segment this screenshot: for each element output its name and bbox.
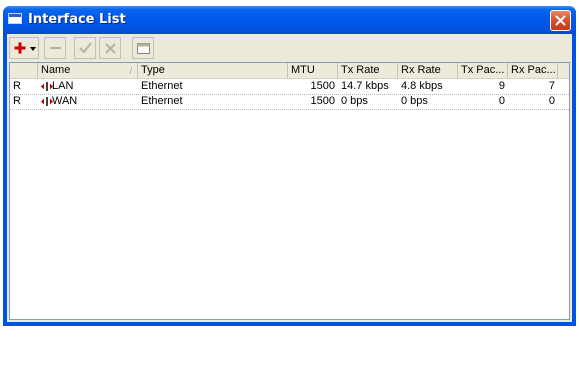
add-button[interactable] (9, 37, 39, 59)
toolbar (7, 34, 572, 62)
interface-table: Name / Type MTU Tx Rate Rx Rate Tx Pac..… (9, 62, 570, 320)
column-header-name[interactable]: Name / (38, 63, 138, 78)
row-rx-rate: 0 bps (401, 95, 428, 107)
row-type: Ethernet (141, 95, 183, 107)
row-tx-packets: 0 (498, 95, 505, 107)
sort-indicator: / (129, 66, 132, 76)
column-header-flags[interactable] (10, 63, 38, 78)
row-rx-packets: 0 (548, 95, 555, 107)
row-name-cell: LAN (38, 79, 138, 94)
table-header: Name / Type MTU Tx Rate Rx Rate Tx Pac..… (10, 63, 569, 79)
table-row[interactable]: R LAN Ethernet 1500 14.7 kbps 4.8 kbps 9… (10, 79, 569, 95)
column-header-type[interactable]: Type (138, 63, 288, 78)
row-tx-packets: 9 (498, 80, 505, 92)
window-content: Name / Type MTU Tx Rate Rx Rate Tx Pac..… (7, 34, 572, 322)
table-row[interactable]: R WAN Ethernet 1500 0 bps 0 bps 0 0 (10, 94, 569, 110)
column-header-filler (558, 63, 569, 78)
column-header-tx-packets[interactable]: Tx Pac... (458, 63, 508, 78)
row-name: WAN (52, 95, 78, 107)
row-type: Ethernet (141, 80, 183, 92)
column-header-rx-packets[interactable]: Rx Pac... (508, 63, 558, 78)
row-name: LAN (52, 80, 74, 92)
row-rx-packets: 7 (548, 80, 555, 92)
title-bar[interactable]: Interface List (3, 6, 576, 34)
row-mtu: 1500 (310, 80, 335, 92)
window-icon (8, 13, 22, 24)
row-name-cell: WAN (38, 94, 138, 109)
column-header-name-label: Name (41, 64, 71, 76)
column-header-rx-rate[interactable]: Rx Rate (398, 63, 458, 78)
disable-button[interactable] (99, 37, 121, 59)
row-mtu: 1500 (310, 95, 335, 107)
comment-icon (137, 43, 150, 54)
minus-icon (50, 47, 61, 49)
interface-list-window: Interface List Name / Type MTU Tx Rate R… (3, 6, 576, 326)
window-title: Interface List (28, 12, 126, 27)
comment-button[interactable] (132, 37, 154, 59)
row-rx-rate: 4.8 kbps (401, 80, 443, 92)
row-flag: R (13, 80, 21, 92)
row-tx-rate: 0 bps (341, 95, 368, 107)
remove-button[interactable] (44, 37, 66, 59)
column-header-tx-rate[interactable]: Tx Rate (338, 63, 398, 78)
row-flag: R (13, 95, 21, 107)
row-tx-rate: 14.7 kbps (341, 80, 389, 92)
dropdown-arrow-icon (30, 47, 36, 51)
x-icon (105, 43, 116, 54)
column-header-mtu[interactable]: MTU (288, 63, 338, 78)
check-icon (79, 42, 92, 54)
close-icon (555, 15, 566, 26)
enable-button[interactable] (74, 37, 96, 59)
plus-icon (14, 42, 26, 54)
close-button[interactable] (550, 10, 571, 31)
